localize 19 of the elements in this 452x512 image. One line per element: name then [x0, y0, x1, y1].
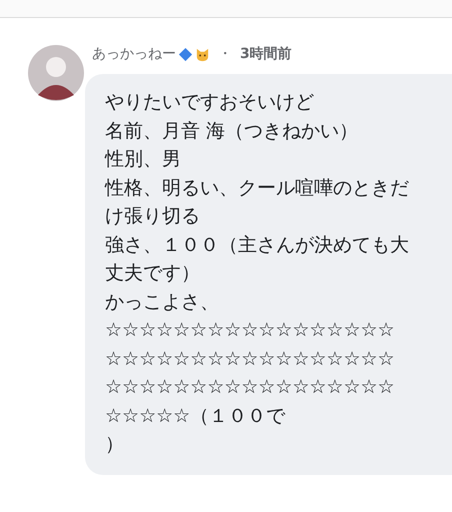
comment-text: 強さ、１００（主さんが決めても大: [105, 232, 410, 258]
comment-text: やりたいですおそいけど: [105, 90, 315, 115]
author-name[interactable]: あっかっねー: [92, 45, 176, 63]
comment-text: ☆☆☆☆☆☆☆☆☆☆☆☆☆☆☆☆☆: [105, 318, 396, 343]
comment-text: 名前、月音 海（つきねかい）: [105, 118, 360, 144]
comment-text: ☆☆☆☆☆（１００で: [105, 404, 286, 428]
comment-text: 丈夫です）: [105, 261, 201, 286]
avatar[interactable]: [28, 45, 84, 101]
comment-text: 性格、明るい、クール喧嘩のときだ: [105, 176, 410, 200]
diamond-icon: [178, 46, 193, 62]
comment-text: ☆☆☆☆☆☆☆☆☆☆☆☆☆☆☆☆☆: [105, 375, 396, 400]
cat-face-icon: [195, 46, 210, 62]
comment-text: け張り切る: [105, 204, 201, 229]
comment-text: かっこよさ、: [105, 290, 220, 314]
comment-text: ☆☆☆☆☆☆☆☆☆☆☆☆☆☆☆☆☆: [105, 346, 396, 372]
comment-text: 性別、男: [105, 147, 182, 172]
separator: ・: [218, 45, 232, 63]
timestamp[interactable]: 3時間前: [240, 45, 292, 63]
comment-text: ）: [105, 432, 125, 457]
